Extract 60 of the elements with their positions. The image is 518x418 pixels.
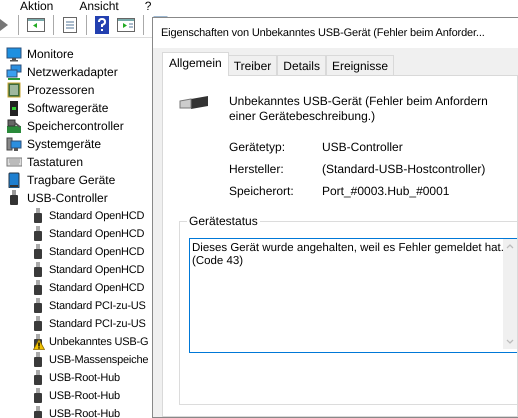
computer-icon [6,136,22,152]
menu-item[interactable]: Ansicht [77,0,121,12]
property-value: Port_#0003.Hub_#0001 [322,184,450,198]
dialog-title: Eigenschaften von Unbekanntes USB-Gerät (Fehler beim Anforder... [153,18,518,48]
tree-item[interactable]: Prozessoren [0,81,152,100]
usb-plug-icon [32,370,44,386]
tab[interactable]: Details [277,55,326,76]
tree-item[interactable]: Standard PCI-zu-US [0,297,152,316]
usb-plug-icon [32,406,44,418]
tree-item[interactable]: USB-Root-Hub [0,405,152,418]
tree-item[interactable]: Standard OpenHCD [0,261,152,280]
tree-item[interactable]: Standard OpenHCD [0,279,152,298]
storage-controller-icon [6,118,22,134]
tree-item[interactable]: Standard OpenHCD [0,207,152,226]
tree-item[interactable]: Softwaregeräte [0,99,152,118]
tree-item[interactable]: Standard OpenHCD [0,243,152,262]
tab[interactable]: Ereignisse [326,55,394,76]
group-title: Gerätestatus [187,214,260,228]
properties-sheet-icon [62,16,78,34]
menu-item[interactable]: ? [142,0,154,12]
monitor-icon [6,46,22,62]
tree-item[interactable]: Tragbare Geräte [0,171,152,190]
usb-plug-icon [32,244,44,260]
help-icon [95,16,109,34]
tree-item[interactable]: USB-Root-Hub [0,369,152,388]
property-label: Gerätetyp: [229,140,286,154]
tree-item[interactable]: Tastaturen [0,153,152,172]
tree-item[interactable]: Monitore [0,45,152,64]
usb-plug-icon [32,298,44,314]
tab[interactable]: Treiber [228,55,278,76]
tree-item[interactable]: USB-Massenspeiche [0,351,152,370]
tree-item[interactable]: Systemgeräte [0,135,152,154]
status-field[interactable]: Dieses Gerät wurde angehalten, weil es Fehler gemeldet hat. (Code 43) [189,238,517,353]
tree-item[interactable]: Speichercontroller [0,117,152,136]
chip-icon [6,82,22,98]
usb-plug-icon [32,316,44,332]
forward-arrow-icon [0,16,10,33]
usb-plug-icon [32,280,44,296]
property-label: Speicherort: [229,184,295,198]
tree-item[interactable]: USB-Controller [0,189,152,208]
usb-connector-icon [179,96,209,110]
property-value: USB-Controller [322,140,404,154]
portable-device-icon [6,172,22,188]
tab[interactable]: Allgemein [162,52,229,76]
usb-plug-icon [32,226,44,242]
property-label: Hersteller: [229,162,285,176]
property-value: (Standard-USB-Hostcontroller) [322,162,486,176]
network-icon [6,64,22,80]
usb-plug-icon [32,352,44,368]
tree-item[interactable]: USB-Root-Hub [0,387,152,406]
tree-item[interactable]: Standard OpenHCD [0,225,152,244]
usb-plug-icon [32,388,44,404]
usb-plug-icon [32,262,44,278]
tree-item[interactable]: Netzwerkadapter [0,63,152,82]
pane-play-icon [117,16,135,33]
tree-item[interactable]: Standard PCI-zu-US [0,315,152,334]
device-name: Unbekanntes USB-Gerät (Fehler beim Anfordern einer Gerätebeschreibung.) [229,93,489,124]
tree-item[interactable]: Unbekanntes USB-G [0,333,152,352]
menu-item[interactable]: Aktion [18,0,56,12]
usb-plug-icon [32,208,44,224]
